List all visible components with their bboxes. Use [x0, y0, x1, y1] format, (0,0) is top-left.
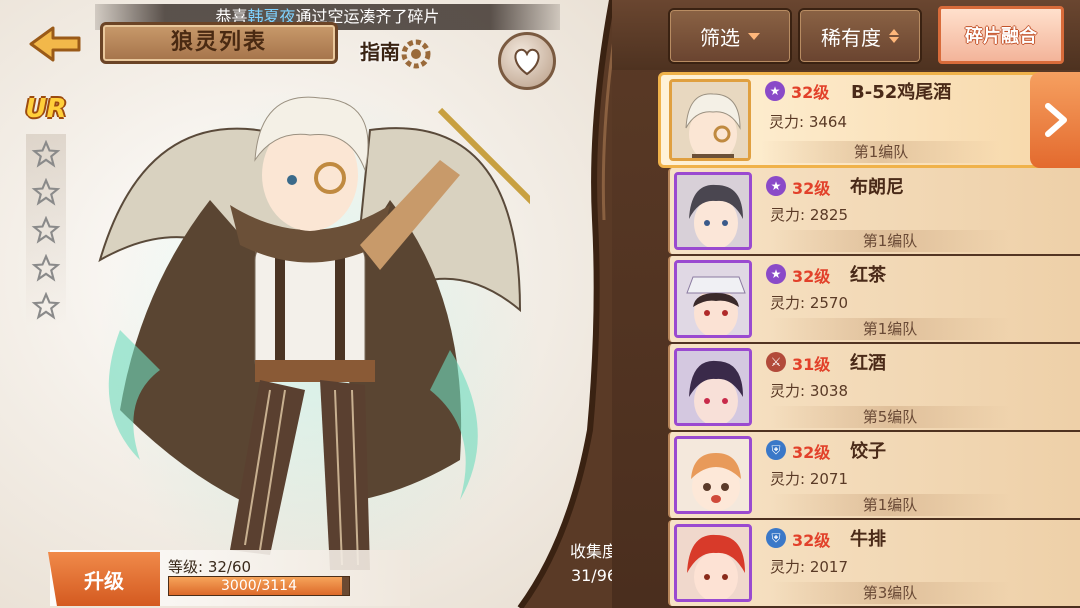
- star-icon: [28, 138, 64, 170]
- sort-icon: [889, 29, 899, 43]
- character-team: 第1编队: [770, 318, 1010, 340]
- character-card[interactable]: ⚔ 31级 红酒 灵力: 3038 第5编队: [668, 344, 1080, 430]
- exp-text: 3000/3114: [221, 578, 297, 594]
- sword-badge-icon: ⚔: [766, 352, 786, 372]
- character-team: 第1编队: [761, 141, 1001, 163]
- character-illustration: [98, 96, 530, 570]
- chevron-right-icon: [1045, 103, 1067, 137]
- character-power: 灵力: 2570: [770, 294, 848, 312]
- character-level: 32级: [792, 531, 831, 550]
- character-card[interactable]: ⛨ 32级 饺子 灵力: 2071 第1编队: [668, 432, 1080, 518]
- character-card[interactable]: ★ 32级 红茶 灵力: 2570 第1编队: [668, 256, 1080, 342]
- upgrade-button[interactable]: 升级: [48, 552, 160, 606]
- character-team: 第5编队: [770, 406, 1010, 428]
- character-portrait: [669, 79, 751, 161]
- detail-arrow-button[interactable]: [1030, 72, 1080, 168]
- star-icon: [28, 290, 64, 322]
- rarity-sort-label: 稀有度: [821, 25, 881, 50]
- character-portrait: [674, 524, 752, 602]
- character-power: 灵力: 2017: [770, 558, 848, 576]
- star-badge-icon: ★: [765, 81, 785, 101]
- character-level: 32级: [792, 443, 831, 462]
- character-level: 32级: [792, 267, 831, 286]
- filter-button[interactable]: 筛选: [668, 8, 792, 64]
- character-level: 32级: [792, 179, 831, 198]
- character-portrait: [674, 348, 752, 426]
- character-level: 31级: [792, 355, 831, 374]
- character-portrait: [674, 172, 752, 250]
- character-card[interactable]: ⛨ 32级 牛排 灵力: 2017 第3编队: [668, 520, 1080, 606]
- character-level: 32级: [791, 83, 830, 102]
- exp-progress-bar: 3000/3114: [168, 576, 350, 596]
- character-name: B-52鸡尾酒: [851, 82, 952, 103]
- fragment-fusion-button[interactable]: 碎片融合: [938, 6, 1064, 64]
- character-name: 牛排: [850, 529, 886, 550]
- shield-badge-icon: ⛨: [766, 440, 786, 460]
- character-card[interactable]: ★ 32级 B-52鸡尾酒 灵力: 3464 第1编队: [658, 72, 1080, 168]
- star-icon: [28, 176, 64, 208]
- rarity-badge: UR: [25, 94, 67, 124]
- shield-badge-icon: ⛨: [766, 528, 786, 548]
- character-power: 灵力: 2071: [770, 470, 848, 488]
- star-badge-icon: ★: [766, 264, 786, 284]
- star-rating: [26, 134, 66, 326]
- character-list[interactable]: ★ 32级 B-52鸡尾酒 灵力: 3464 第1编队 ★ 32级 布朗尼 灵力…: [658, 70, 1080, 608]
- back-button[interactable]: [20, 22, 90, 66]
- character-card[interactable]: ★ 32级 布朗尼 灵力: 2825 第1编队: [668, 168, 1080, 254]
- character-name: 红茶: [850, 265, 886, 286]
- caret-down-icon: [748, 32, 760, 40]
- character-power: 灵力: 2825: [770, 206, 848, 224]
- star-icon: [28, 214, 64, 246]
- character-name: 饺子: [850, 441, 886, 462]
- character-team: 第1编队: [770, 494, 1010, 516]
- character-name: 红酒: [850, 353, 886, 374]
- character-portrait: [674, 436, 752, 514]
- gear-icon: [401, 39, 431, 69]
- character-power: 灵力: 3038: [770, 382, 848, 400]
- level-text: 等级: 32/60: [168, 558, 252, 576]
- character-team: 第3编队: [770, 582, 1010, 604]
- character-name: 布朗尼: [850, 177, 904, 198]
- filter-label: 筛选: [700, 25, 740, 50]
- rarity-sort-button[interactable]: 稀有度: [798, 8, 922, 64]
- character-team: 第1编队: [770, 230, 1010, 252]
- page-title: 狼灵列表: [100, 22, 338, 64]
- star-badge-icon: ★: [766, 176, 786, 196]
- character-portrait: [674, 260, 752, 338]
- star-icon: [28, 252, 64, 284]
- back-arrow-icon: [29, 26, 81, 62]
- character-power: 灵力: 3464: [769, 113, 847, 131]
- guide-button[interactable]: 指南: [360, 36, 400, 65]
